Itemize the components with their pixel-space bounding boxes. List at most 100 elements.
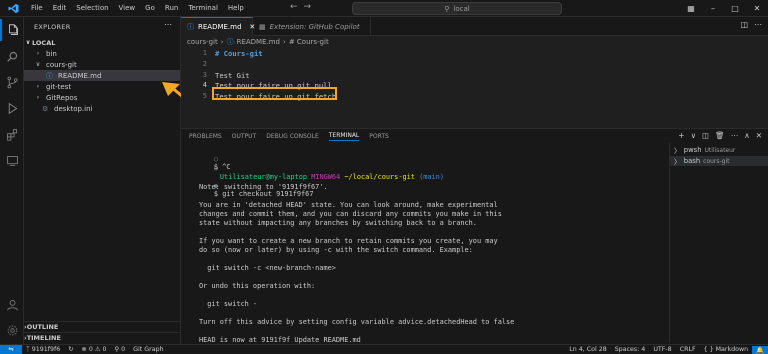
- tree-item-label: git-test: [46, 82, 72, 91]
- commit-label: 9191f9f6: [31, 346, 61, 353]
- terminal-line: Turn off this advice by setting config v…: [199, 318, 515, 326]
- remote-indicator-icon[interactable]: ⇋: [0, 344, 22, 354]
- outline-label: OUTLINE: [26, 323, 59, 331]
- indentation-status[interactable]: Spaces: 4: [611, 346, 650, 354]
- tab-output[interactable]: OUTPUT: [232, 133, 256, 140]
- menu-file[interactable]: File: [26, 4, 48, 12]
- chevron-down-icon: ∨: [35, 61, 41, 68]
- terminal-line: If you want to create a new branch to re…: [199, 237, 498, 245]
- close-button[interactable]: ✕: [746, 4, 768, 13]
- menu-terminal[interactable]: Terminal: [183, 4, 223, 12]
- sync-icon[interactable]: ↻: [64, 346, 77, 353]
- git-commit-status[interactable]: ᛉ 9191f9f6: [22, 346, 64, 353]
- search-icon[interactable]: [0, 45, 24, 67]
- ports-status[interactable]: ⚲ 0: [111, 346, 130, 353]
- terminal-icon: 〉: [674, 158, 681, 166]
- account-icon[interactable]: [0, 293, 24, 315]
- maximize-button[interactable]: □: [724, 4, 746, 13]
- terminal-tab-bash[interactable]: 〉 bash cours-git: [670, 156, 768, 166]
- forward-arrow-icon[interactable]: →: [304, 2, 312, 12]
- terminal-tab-pwsh[interactable]: 〉 pwsh Utilisateur: [670, 145, 768, 155]
- menu-edit[interactable]: Edit: [48, 4, 72, 12]
- language-mode[interactable]: { } Markdown: [700, 346, 753, 354]
- remote-explorer-icon[interactable]: [0, 149, 24, 171]
- layout-icon[interactable]: ▦: [680, 4, 702, 13]
- extensions-icon[interactable]: [0, 123, 24, 145]
- terminal-tab-name: bash: [683, 157, 701, 165]
- settings-file-icon: ⚙: [42, 104, 49, 113]
- menu-help[interactable]: Help: [223, 4, 249, 12]
- menu-selection[interactable]: Selection: [71, 4, 113, 12]
- tab-extension-copilot[interactable]: ▦ Extension: GitHub Copilot: [253, 17, 371, 36]
- tree-item-gitrepos[interactable]: › GitRepos: [24, 92, 180, 103]
- run-debug-icon[interactable]: [0, 97, 24, 119]
- chevron-right-icon: ›: [36, 83, 40, 90]
- tab-problems[interactable]: PROBLEMS: [189, 133, 222, 140]
- search-icon: ⚲: [444, 4, 450, 13]
- timeline-section[interactable]: › TIMELINE: [24, 332, 180, 343]
- terminal-tab-sub: cours-git: [703, 157, 730, 165]
- editor-tabs: ⓘ README.md ✕ ▦ Extension: GitHub Copilo…: [181, 17, 768, 36]
- tree-item-desktop-ini[interactable]: ⚙ desktop.ini: [24, 103, 180, 114]
- line-text: # Cours-git: [215, 48, 263, 58]
- tree-item-cours-git[interactable]: ∨ cours-git: [24, 59, 180, 70]
- settings-gear-icon[interactable]: [0, 319, 24, 341]
- chevron-down-icon[interactable]: ∨: [691, 131, 697, 140]
- explorer-icon[interactable]: [0, 19, 24, 41]
- search-text: local: [453, 4, 470, 13]
- tab-readme[interactable]: ⓘ README.md ✕: [181, 17, 255, 36]
- chevron-right-icon: ›: [36, 50, 40, 57]
- terminal-tab-name: pwsh: [683, 146, 702, 154]
- tree-item-bin[interactable]: › bin: [24, 48, 180, 59]
- git-graph-button[interactable]: Git Graph: [129, 346, 167, 353]
- trash-icon[interactable]: 🗑: [715, 131, 725, 140]
- line-number: 3: [202, 71, 207, 79]
- title-bar: File Edit Selection View Go Run Terminal…: [0, 0, 768, 17]
- menu-go[interactable]: Go: [140, 4, 160, 12]
- eol-status[interactable]: CRLF: [676, 346, 700, 354]
- terminal-line: ○: [189, 156, 218, 172]
- tab-debug-console[interactable]: DEBUG CONSOLE: [266, 133, 319, 140]
- split-terminal-icon[interactable]: ◫: [702, 131, 709, 140]
- problems-status[interactable]: ⊗ 0 ⚠ 0: [78, 346, 111, 353]
- more-actions-icon[interactable]: ⋯: [164, 20, 172, 29]
- tree-item-label: bin: [46, 49, 57, 58]
- split-editor-icon[interactable]: ◫: [740, 20, 748, 29]
- tab-ports[interactable]: PORTS: [369, 133, 389, 140]
- workspace-root-label: LOCAL: [32, 38, 56, 47]
- more-actions-icon[interactable]: ⋯: [754, 20, 762, 29]
- terminal-tab-sub: Utilisateur: [704, 146, 736, 154]
- breadcrumb-file[interactable]: README.md: [237, 38, 280, 46]
- menu-run[interactable]: Run: [160, 4, 183, 12]
- back-arrow-icon[interactable]: ←: [290, 2, 298, 12]
- notifications-bell-icon[interactable]: 🔔: [752, 345, 768, 354]
- line-number: 5: [202, 92, 207, 100]
- menu-view[interactable]: View: [114, 4, 141, 12]
- minimize-button[interactable]: –: [702, 4, 724, 13]
- source-control-icon[interactable]: [0, 71, 24, 93]
- errors-count: 0: [88, 346, 93, 353]
- tab-label: README.md: [198, 23, 242, 31]
- cursor-position[interactable]: Ln 4, Col 28: [565, 346, 611, 354]
- new-terminal-icon[interactable]: +: [678, 131, 684, 140]
- terminal-line: Or undo this operation with:: [199, 282, 316, 290]
- maximize-panel-icon[interactable]: ∧: [744, 131, 750, 140]
- close-icon[interactable]: ✕: [756, 131, 762, 140]
- terminal-line: changes and commit them, and you can dis…: [199, 210, 502, 218]
- command-center-search[interactable]: ⚲ local: [352, 2, 562, 15]
- breadcrumb-symbol[interactable]: # Cours-git: [289, 38, 329, 46]
- workspace-root[interactable]: ∨ LOCAL: [24, 37, 180, 48]
- encoding-status[interactable]: UTF-8: [649, 346, 675, 354]
- editor-line: 2: [181, 59, 768, 69]
- tree-item-git-test[interactable]: › git-test: [24, 81, 180, 92]
- chevron-down-icon: ∨: [25, 39, 31, 46]
- tab-terminal[interactable]: TERMINAL: [328, 132, 360, 141]
- ports-count: 0: [121, 346, 126, 353]
- outline-section[interactable]: › OUTLINE: [24, 321, 180, 332]
- tree-item-label: GitRepos: [46, 93, 78, 102]
- terminal-output[interactable]: ○ $ ^C ○ Utilisateur@my-laptop MINGW64 ~…: [181, 143, 671, 344]
- more-actions-icon[interactable]: ⋯: [731, 131, 739, 140]
- breadcrumb-folder[interactable]: cours-git: [187, 38, 218, 46]
- extension-icon: ▦: [259, 22, 266, 31]
- tree-item-readme[interactable]: ⓘ README.md: [24, 70, 180, 81]
